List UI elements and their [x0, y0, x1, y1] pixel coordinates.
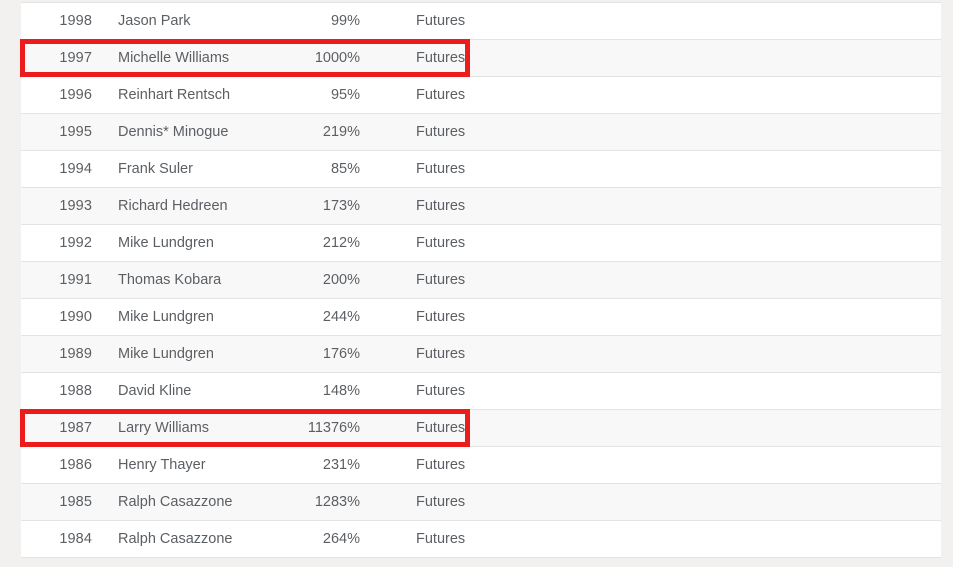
cell-market: Futures: [416, 346, 466, 362]
cell-year: 1987: [59, 420, 92, 436]
cell-return-percent: 85%: [330, 161, 360, 177]
cell-trader-name: Mike Lundgren: [118, 309, 214, 325]
cell-market: Futures: [416, 50, 466, 66]
table-row[interactable]: 1992 Mike Lundgren 212% Futures: [21, 225, 941, 262]
cell-trader-name: Dennis* Minogue: [118, 124, 229, 140]
cell-market: Futures: [416, 124, 466, 140]
cell-return-percent: 11376%: [307, 420, 360, 436]
cell-trader-name: Thomas Kobara: [118, 272, 222, 288]
table-row[interactable]: 1996 Reinhart Rentsch 95% Futures: [21, 77, 941, 114]
table-row[interactable]: 1989 Mike Lundgren 176% Futures: [21, 336, 941, 373]
cell-return-percent: 231%: [322, 457, 360, 473]
cell-year: 1988: [59, 383, 92, 399]
cell-trader-name: Henry Thayer: [118, 457, 206, 473]
cell-return-percent: 176%: [322, 346, 360, 362]
cell-return-percent: 264%: [322, 531, 360, 547]
cell-trader-name: Ralph Casazzone: [118, 531, 233, 547]
cell-year: 1994: [59, 161, 92, 177]
table-row[interactable]: 1991 Thomas Kobara 200% Futures: [21, 262, 941, 299]
cell-return-percent: 244%: [322, 309, 360, 325]
cell-trader-name: David Kline: [118, 383, 192, 399]
table-row[interactable]: 1990 Mike Lundgren 244% Futures: [21, 299, 941, 336]
cell-return-percent: 99%: [330, 13, 360, 29]
cell-trader-name: Richard Hedreen: [118, 198, 228, 214]
table-row[interactable]: 1988 David Kline 148% Futures: [21, 373, 941, 410]
cell-market: Futures: [416, 87, 466, 103]
table-row[interactable]: 1998 Jason Park 99% Futures: [21, 3, 941, 40]
cell-market: Futures: [416, 198, 466, 214]
cell-market: Futures: [416, 272, 466, 288]
cell-year: 1993: [59, 198, 92, 214]
cell-year: 1985: [59, 494, 92, 510]
cell-return-percent: 1283%: [314, 494, 360, 510]
cell-trader-name: Larry Williams: [118, 420, 210, 436]
table-row[interactable]: 1985 Ralph Casazzone 1283% Futures: [21, 484, 941, 521]
cell-trader-name: Michelle Williams: [118, 50, 230, 66]
cell-trader-name: Mike Lundgren: [118, 235, 214, 251]
cell-return-percent: 1000%: [314, 50, 360, 66]
cell-year: 1995: [59, 124, 92, 140]
table-row[interactable]: 1986 Henry Thayer 231% Futures: [21, 447, 941, 484]
cell-year: 1989: [59, 346, 92, 362]
cell-return-percent: 219%: [322, 124, 360, 140]
table-row[interactable]: 1994 Frank Suler 85% Futures: [21, 151, 941, 188]
cell-trader-name: Ralph Casazzone: [118, 494, 233, 510]
cell-return-percent: 148%: [322, 383, 360, 399]
cell-trader-name: Reinhart Rentsch: [118, 87, 231, 103]
cell-year: 1986: [59, 457, 92, 473]
table-row[interactable]: 1984 Ralph Casazzone 264% Futures: [21, 521, 941, 558]
cell-year: 1992: [59, 235, 92, 251]
cell-trader-name: Jason Park: [118, 13, 191, 29]
cell-return-percent: 95%: [330, 87, 360, 103]
cell-year: 1996: [59, 87, 92, 103]
cell-market: Futures: [416, 457, 466, 473]
cell-market: Futures: [416, 309, 466, 325]
cell-market: Futures: [416, 420, 466, 436]
cell-return-percent: 173%: [322, 198, 360, 214]
table-row[interactable]: 1987 Larry Williams 11376% Futures: [20, 409, 941, 447]
cell-market: Futures: [416, 235, 466, 251]
cell-trader-name: Frank Suler: [118, 161, 193, 177]
cell-year: 1997: [59, 50, 92, 66]
results-table: 1998 Jason Park 99% Futures 1997 Michelle Wil…: [20, 2, 941, 558]
cell-market: Futures: [416, 13, 466, 29]
table-row[interactable]: 1993 Richard Hedreen 173% Futures: [21, 188, 941, 225]
cell-return-percent: 212%: [322, 235, 360, 251]
cell-year: 1998: [59, 13, 92, 29]
cell-return-percent: 200%: [322, 272, 360, 288]
cell-market: Futures: [416, 494, 466, 510]
cell-trader-name: Mike Lundgren: [118, 346, 214, 362]
table-row[interactable]: 1997 Michelle Williams 1000% Futures: [20, 39, 941, 77]
cell-year: 1984: [59, 531, 92, 547]
cell-market: Futures: [416, 161, 466, 177]
cell-market: Futures: [416, 383, 466, 399]
cell-market: Futures: [416, 531, 466, 547]
table-row[interactable]: 1995 Dennis* Minogue 219% Futures: [21, 114, 941, 151]
cell-year: 1991: [59, 272, 92, 288]
cell-year: 1990: [59, 309, 92, 325]
